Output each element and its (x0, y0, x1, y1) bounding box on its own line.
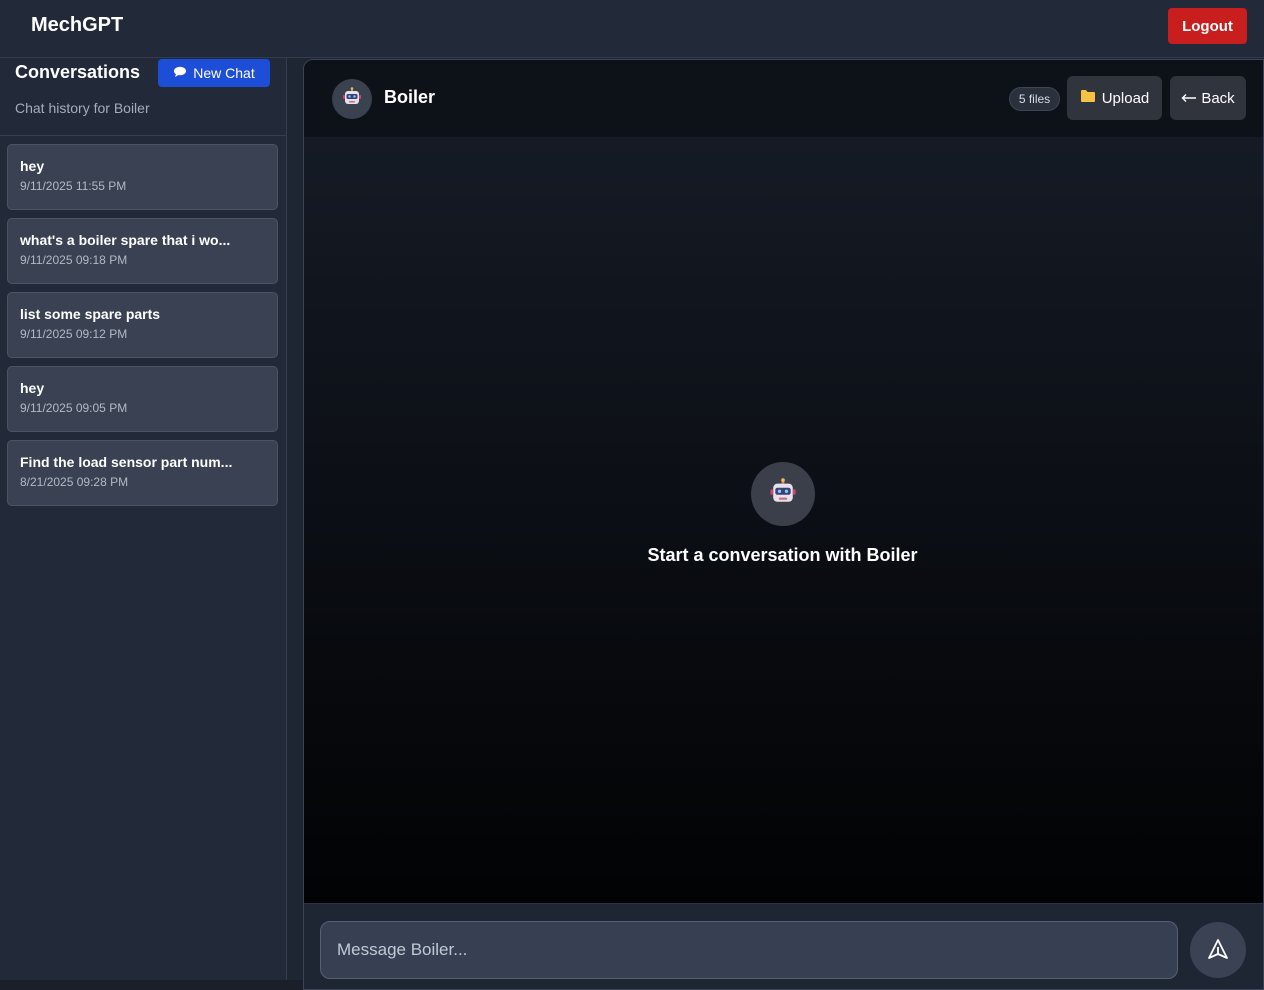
send-icon (1207, 938, 1229, 963)
conversation-title: what's a boiler spare that i wo... (20, 232, 231, 248)
new-chat-label: New Chat (193, 65, 255, 81)
bottom-strip (0, 980, 303, 990)
back-button[interactable]: Back (1170, 76, 1246, 120)
conversation-item[interactable]: hey 9/11/2025 11:55 PM (7, 144, 278, 210)
chat-header: Boiler 5 files Upload Back (304, 60, 1263, 137)
app-brand: MechGPT (31, 14, 124, 36)
arrow-left-icon (1181, 90, 1197, 107)
conversation-title: hey (20, 380, 45, 396)
new-chat-button[interactable]: New Chat (158, 59, 270, 87)
conversation-date: 9/11/2025 09:18 PM (20, 253, 128, 267)
empty-state-text: Start a conversation with Boiler (647, 545, 918, 565)
conversation-item[interactable]: hey 9/11/2025 09:05 PM (7, 366, 278, 432)
speech-bubble-icon (173, 65, 187, 81)
files-count-badge: 5 files (1009, 87, 1060, 111)
message-composer (304, 903, 1263, 989)
conversation-date: 9/11/2025 09:05 PM (20, 401, 128, 415)
back-label: Back (1201, 89, 1235, 107)
conversation-title: Find the load sensor part num... (20, 454, 233, 470)
conversation-date: 9/11/2025 11:55 PM (20, 179, 127, 193)
conversation-date: 9/11/2025 09:12 PM (20, 327, 128, 341)
sidebar-header: Conversations New Chat Chat history for … (0, 58, 286, 136)
conversation-item[interactable]: what's a boiler spare that i wo... 9/11/… (7, 218, 278, 284)
send-button[interactable] (1190, 922, 1246, 978)
sidebar: Conversations New Chat Chat history for … (0, 58, 287, 980)
empty-state-avatar (751, 462, 815, 526)
chat-panel: Boiler 5 files Upload Back Start a conve… (303, 59, 1264, 990)
upload-label: Upload (1101, 89, 1150, 107)
bot-name: Boiler (384, 87, 436, 107)
conversation-item[interactable]: Find the load sensor part num... 8/21/20… (7, 440, 278, 506)
sidebar-subtitle: Chat history for Boiler (15, 100, 150, 116)
sidebar-title: Conversations (15, 62, 141, 82)
conversation-list: hey 9/11/2025 11:55 PM what's a boiler s… (7, 144, 278, 514)
conversation-date: 8/21/2025 09:28 PM (20, 475, 129, 489)
robot-icon (769, 477, 797, 511)
upload-button[interactable]: Upload (1067, 76, 1162, 120)
robot-icon (342, 86, 362, 112)
conversation-title: list some spare parts (20, 306, 161, 322)
message-input[interactable] (320, 921, 1178, 979)
bot-avatar (332, 79, 372, 119)
top-bar: MechGPT Logout (0, 0, 1264, 58)
conversation-item[interactable]: list some spare parts 9/11/2025 09:12 PM (7, 292, 278, 358)
folder-icon (1080, 89, 1096, 107)
logout-button[interactable]: Logout (1168, 8, 1247, 44)
conversation-title: hey (20, 158, 45, 174)
